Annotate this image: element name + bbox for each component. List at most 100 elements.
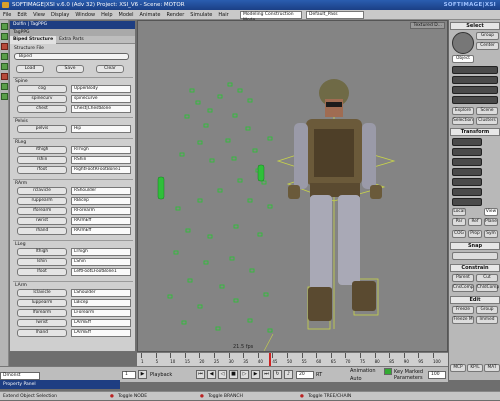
current-object-field[interactable]: Dmonst (0, 372, 40, 380)
menu-hair[interactable]: Hair (215, 10, 231, 20)
menu-view[interactable]: View (30, 10, 48, 20)
loop-icon[interactable]: ↻ (273, 370, 282, 379)
key-icon[interactable] (384, 368, 392, 375)
group-edit-button[interactable]: Group (476, 306, 498, 314)
pick-button[interactable]: chest (17, 105, 67, 113)
scale-field[interactable] (452, 138, 482, 146)
menu-animate[interactable]: Animate (137, 10, 164, 20)
sym-button[interactable]: Sym (484, 230, 498, 238)
cnscomp-button[interactable]: CnsComp (452, 284, 474, 292)
freeze-m-button[interactable]: Freeze M (452, 316, 474, 324)
pick-button[interactable]: luppearm (17, 299, 67, 307)
ref-button[interactable]: Ref (468, 218, 482, 226)
stop-icon[interactable]: ■ (229, 370, 238, 379)
prev-key-icon[interactable]: ◀ (207, 370, 216, 379)
parent-button[interactable]: Parent (452, 274, 474, 282)
first-frame-icon[interactable]: ⏮ (196, 370, 205, 379)
rotate-field[interactable] (452, 168, 482, 176)
end-frame-field[interactable]: 100 (428, 371, 446, 379)
local-button[interactable]: Local (452, 208, 466, 216)
pick-button[interactable]: rclavicle (17, 187, 67, 195)
view-button[interactable]: View (484, 208, 498, 216)
filter-field[interactable] (452, 96, 498, 104)
chldcomp-button[interactable]: ChldComp (476, 284, 499, 292)
explore-button[interactable]: Explore (452, 107, 474, 115)
pick-button[interactable]: lclavicle (17, 289, 67, 297)
pick-button[interactable]: rwrist (17, 217, 67, 225)
snap-toggles[interactable] (452, 252, 498, 260)
mapping-field[interactable]: RArmEff (71, 227, 131, 235)
filter-field[interactable] (452, 86, 498, 94)
pick-button[interactable]: lwrist (17, 319, 67, 327)
translate-field[interactable] (452, 188, 482, 196)
current-frame-field[interactable]: 20 (296, 371, 314, 379)
load-button[interactable]: Load (16, 65, 44, 73)
structure-file-select[interactable]: Biped (14, 53, 129, 60)
tab-biped-structure[interactable]: Biped Structure (10, 36, 57, 44)
playback-label[interactable]: Playback (150, 372, 172, 378)
mapping-field[interactable]: LForearm (71, 309, 131, 317)
pick-button[interactable]: rfoot (17, 166, 67, 174)
start-frame-field[interactable]: 1 (122, 371, 136, 379)
menu-window[interactable]: Window (72, 10, 98, 20)
play-forward-icon[interactable]: ▷ (240, 370, 249, 379)
freeze-button[interactable]: Freeze (452, 306, 474, 314)
filter-field[interactable] (452, 66, 498, 74)
translate-field[interactable] (452, 178, 482, 186)
mapping-field[interactable]: LArmEff (71, 319, 131, 327)
cut-button[interactable]: Cut (476, 274, 498, 282)
pick-button[interactable]: rforearm (17, 207, 67, 215)
mapping-field[interactable]: RForearm (71, 207, 131, 215)
pick-button[interactable]: rshin (17, 156, 67, 164)
plane-button[interactable]: Plane (484, 218, 498, 226)
mapping-field[interactable]: spinecurve (71, 95, 131, 103)
tool-icon[interactable] (1, 93, 8, 100)
playhead-marker[interactable] (269, 353, 271, 366)
menu-display[interactable]: Display (48, 10, 72, 20)
mapping-field[interactable]: LArmEff (71, 329, 131, 337)
selection-button[interactable]: Selection (452, 117, 474, 125)
play-back-icon[interactable]: ◁ (218, 370, 227, 379)
timeline[interactable]: 1 5 10 15 20 25 30 35 40 45 50 55 60 65 70 75 80 85 90 95 10… (137, 352, 448, 366)
pick-button[interactable]: pelvis (17, 125, 67, 133)
construction-mode-dropdown[interactable]: Modeling Construction Mode (240, 11, 302, 23)
immed-button[interactable]: Immed (476, 316, 498, 324)
tool-icon[interactable] (1, 63, 8, 70)
viewport-scene[interactable] (138, 29, 449, 351)
menu-simulate[interactable]: Simulate (187, 10, 215, 20)
clusters-button[interactable]: Clusters (476, 117, 498, 125)
rt-label[interactable]: RT (316, 372, 322, 378)
pick-button[interactable]: rhand (17, 227, 67, 235)
cog-button[interactable]: COG (452, 230, 466, 238)
pick-button[interactable]: cog (17, 85, 67, 93)
mapping-field[interactable]: LShin (71, 258, 131, 266)
par-button[interactable]: Par (452, 218, 466, 226)
translate-field[interactable] (452, 198, 482, 206)
pick-button[interactable]: lthigh (17, 248, 67, 256)
pick-button[interactable]: rthigh (17, 146, 67, 154)
mapping-field[interactable]: RShoulder (71, 187, 131, 195)
tool-icon[interactable] (1, 73, 8, 80)
prop-button[interactable]: Prop (468, 230, 482, 238)
mapping-field[interactable]: LBicep (71, 299, 131, 307)
property-panel-tab[interactable]: Property Panel (0, 380, 120, 389)
tool-icon[interactable] (1, 83, 8, 90)
3d-viewport[interactable]: Textured D... 21.5 fps (137, 20, 448, 352)
menu-file[interactable]: File (0, 10, 14, 20)
auto-label[interactable]: Auto (350, 376, 362, 382)
save-button[interactable]: Save (56, 65, 84, 73)
tool-icon[interactable] (1, 23, 8, 30)
group-button[interactable]: Group (476, 32, 499, 40)
center-button[interactable]: Center (476, 42, 499, 50)
tool-icon[interactable] (1, 53, 8, 60)
mcp-tab[interactable]: MCP (450, 364, 466, 372)
filter-field[interactable] (452, 76, 498, 84)
last-frame-icon[interactable]: ⏭ (262, 370, 271, 379)
scale-field[interactable] (452, 148, 482, 156)
mapping-field[interactable]: UpperBody (71, 85, 131, 93)
mapping-field[interactable]: RShin (71, 156, 131, 164)
mapping-field[interactable]: LeftFootLFootBone1 (71, 268, 131, 276)
mapping-field[interactable]: RightFootRFootBone1 (71, 166, 131, 174)
select-arrow-icon[interactable] (452, 32, 474, 54)
scene-button[interactable]: Scene (476, 107, 498, 115)
